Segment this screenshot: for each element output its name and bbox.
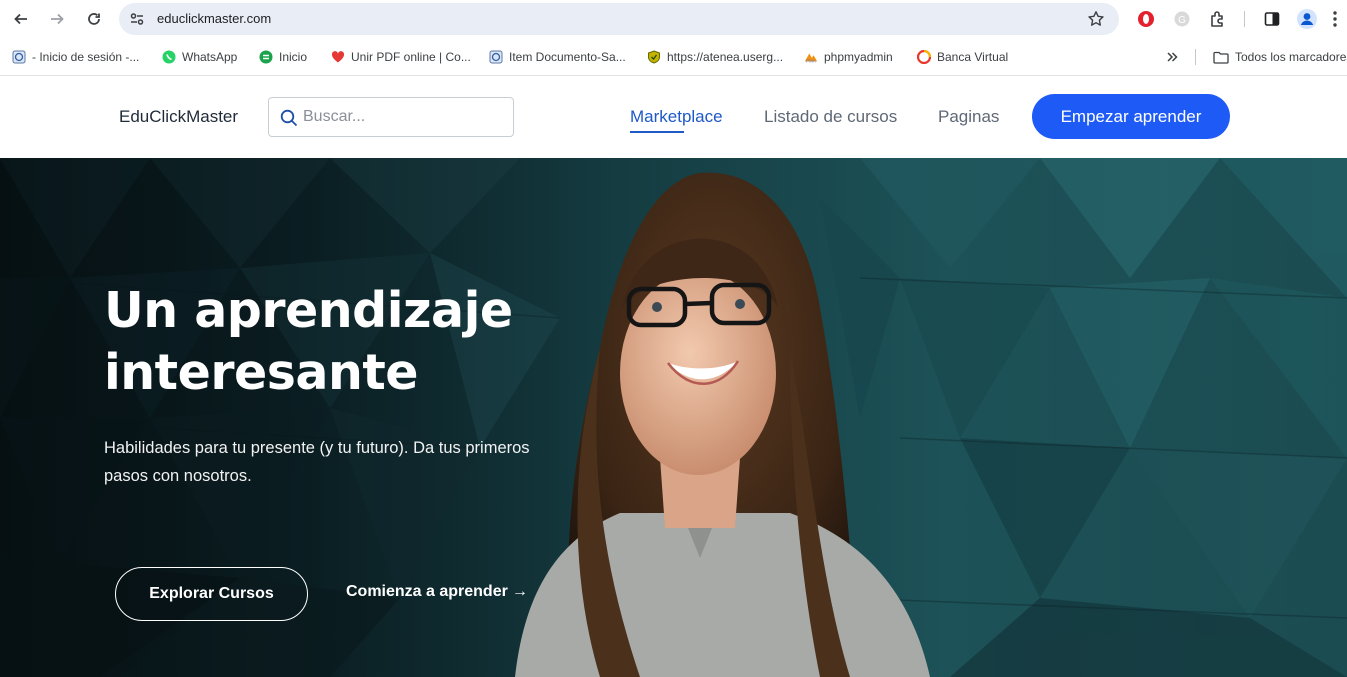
search-box[interactable] bbox=[268, 97, 514, 137]
bookmark-banca-virtual[interactable]: Banca Virtual bbox=[917, 48, 1008, 66]
bookmark-label: Banca Virtual bbox=[937, 50, 1009, 64]
search-icon bbox=[280, 109, 298, 127]
reload-icon bbox=[88, 13, 100, 25]
forward-button[interactable] bbox=[45, 7, 69, 31]
bookmark-label: Unir PDF online | Co... bbox=[351, 50, 471, 64]
shield-icon bbox=[647, 50, 661, 64]
extension-grey-icon[interactable]: G bbox=[1171, 8, 1193, 30]
start-learning-button[interactable]: Empezar aprender bbox=[1032, 94, 1230, 139]
globe-doc-icon bbox=[12, 50, 26, 64]
folder-icon bbox=[1213, 50, 1229, 64]
site-header: EduClickMaster Marketplace Listado de cu… bbox=[0, 77, 1347, 158]
all-bookmarks-label: Todos los marcadores bbox=[1235, 50, 1347, 64]
browser-toolbar: educlickmaster.com G bbox=[0, 0, 1347, 38]
extensions-puzzle-icon[interactable] bbox=[1207, 8, 1229, 30]
bank-icon bbox=[917, 50, 931, 64]
bookmark-label: Item Documento-Sa... bbox=[509, 50, 626, 64]
hero-title: Un aprendizaje interesante bbox=[104, 280, 584, 404]
bookmark-whatsapp[interactable]: WhatsApp bbox=[162, 48, 237, 66]
globe-doc-icon bbox=[489, 50, 503, 64]
bookmark-label: - Inicio de sesión -... bbox=[32, 50, 140, 64]
side-panel-icon[interactable] bbox=[1261, 8, 1283, 30]
url-text[interactable]: educlickmaster.com bbox=[157, 11, 271, 26]
toolbar-separator bbox=[1244, 11, 1245, 27]
start-learning-link[interactable]: Comienza a aprender → bbox=[346, 583, 528, 601]
site-settings-icon[interactable] bbox=[129, 11, 145, 27]
forward-arrow-icon bbox=[51, 13, 64, 25]
menu-dots-icon[interactable] bbox=[1328, 8, 1342, 30]
nav-active-underline bbox=[630, 131, 684, 133]
bookmark-star-icon[interactable] bbox=[1087, 10, 1105, 28]
svg-text:G: G bbox=[1178, 15, 1186, 26]
nav-marketplace[interactable]: Marketplace bbox=[630, 107, 723, 127]
opera-extension-icon[interactable] bbox=[1135, 8, 1157, 30]
bookmark-label: Inicio bbox=[279, 50, 308, 64]
bookmark-label: https://atenea.userg... bbox=[667, 50, 784, 64]
all-bookmarks-folder[interactable]: Todos los marcadores bbox=[1213, 48, 1347, 66]
bookmarks-bar: - Inicio de sesión -... WhatsApp Inicio … bbox=[0, 38, 1347, 76]
green-s-icon bbox=[259, 50, 273, 64]
bookmarks-separator bbox=[1195, 49, 1196, 65]
bookmark-unir-pdf[interactable]: Unir PDF online | Co... bbox=[331, 48, 471, 66]
address-bar[interactable]: educlickmaster.com bbox=[119, 3, 1119, 35]
bookmark-label: WhatsApp bbox=[182, 50, 238, 64]
heart-icon bbox=[331, 50, 345, 64]
svg-text:PMA: PMA bbox=[806, 59, 816, 64]
bookmark-label: phpmyadmin bbox=[824, 50, 893, 64]
arrow-right-icon: → bbox=[511, 583, 528, 600]
profile-avatar-icon[interactable] bbox=[1296, 8, 1318, 30]
search-input[interactable] bbox=[303, 106, 503, 128]
site-brand[interactable]: EduClickMaster bbox=[119, 107, 238, 127]
bookmarks-overflow-button[interactable] bbox=[1166, 48, 1178, 66]
bookmark-atenea[interactable]: https://atenea.userg... bbox=[647, 48, 783, 66]
bookmark-inicio[interactable]: Inicio bbox=[259, 48, 307, 66]
bookmark-item-documento[interactable]: Item Documento-Sa... bbox=[489, 48, 626, 66]
bookmark-phpmyadmin[interactable]: PMA phpmyadmin bbox=[804, 48, 893, 66]
nav-listado-cursos[interactable]: Listado de cursos bbox=[764, 107, 897, 127]
explore-courses-button[interactable]: Explorar Cursos bbox=[115, 567, 308, 621]
bookmark-inicio-sesion[interactable]: - Inicio de sesión -... bbox=[12, 48, 139, 66]
double-chevron-right-icon bbox=[1167, 52, 1178, 62]
start-learning-label: Comienza a aprender bbox=[346, 583, 508, 600]
whatsapp-icon bbox=[162, 50, 176, 64]
pma-icon: PMA bbox=[804, 50, 818, 64]
hero-subtitle: Habilidades para tu presente (y tu futur… bbox=[104, 439, 530, 485]
reload-button[interactable] bbox=[82, 7, 106, 31]
hero-title-line-1: Un aprendizaje bbox=[104, 282, 513, 339]
nav-paginas[interactable]: Paginas bbox=[938, 107, 999, 127]
back-arrow-icon bbox=[14, 13, 27, 25]
hero-section: Un aprendizaje interesante Habilidades p… bbox=[0, 158, 1347, 677]
back-button[interactable] bbox=[9, 7, 33, 31]
hero-title-line-2: interesante bbox=[104, 344, 419, 401]
